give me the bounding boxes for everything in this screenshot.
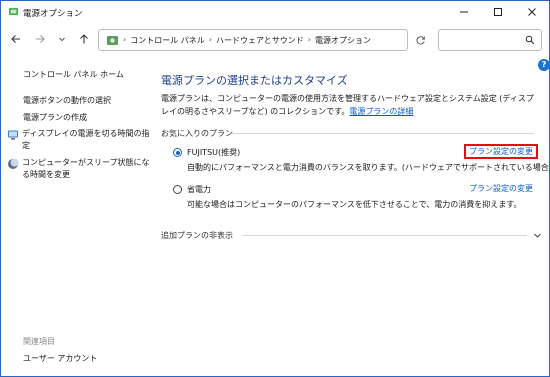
control-panel-home-link[interactable]: コントロール パネル ホーム <box>23 69 124 80</box>
power-options-icon <box>8 7 19 16</box>
title-bar: 電源オプション <box>1 1 549 23</box>
control-panel-icon <box>107 36 118 45</box>
monitor-icon <box>8 130 18 140</box>
breadcrumb: › コントロール パネル › ハードウェアとサウンド › 電源オプション <box>123 35 371 46</box>
section-divider <box>231 133 533 134</box>
up-button[interactable] <box>75 29 93 49</box>
display-off-time-label: ディスプレイの電源を切る時間の指定 <box>22 129 150 150</box>
breadcrumb-control-panel[interactable]: コントロール パネル <box>130 35 205 46</box>
plan-power-saver: 省電力 プラン設定の変更 可能な場合はコンピューターのパフォーマンスを低下させる… <box>173 183 533 210</box>
refresh-icon <box>416 35 425 44</box>
breadcrumb-separator-icon: › <box>307 35 311 44</box>
moon-icon <box>8 158 19 169</box>
breadcrumb-separator-icon: › <box>208 35 212 44</box>
search-icon <box>525 35 535 45</box>
section-divider <box>243 235 527 236</box>
address-bar[interactable]: › コントロール パネル › ハードウェアとサウンド › 電源オプション <box>98 29 494 51</box>
recent-locations-button[interactable] <box>53 29 71 49</box>
chevron-down-icon <box>59 37 65 42</box>
maximize-icon <box>494 8 502 16</box>
plan-balanced: FUJITSU(推奨) プラン設定の変更 自動的にパフォーマンスと電力消費のバラ… <box>173 144 550 173</box>
create-power-plan-link[interactable]: 電源プランの作成 <box>23 112 87 123</box>
page-description: 電源プランは、コンピューターの電源の使用方法を管理するハードウェア設定とシステム… <box>161 92 539 118</box>
plan-power-saver-change-settings-link[interactable]: プラン設定の変更 <box>469 183 533 194</box>
favorites-section-label: お気に入りのプラン <box>161 129 233 138</box>
forward-button[interactable] <box>31 29 49 49</box>
plan-power-saver-name[interactable]: 省電力 <box>187 184 211 195</box>
minimize-button[interactable] <box>447 1 481 23</box>
arrow-up-icon <box>80 34 88 44</box>
additional-plans-toggle[interactable]: 追加プランの非表示 <box>161 230 546 244</box>
left-pane: コントロール パネル ホーム 電源ボタンの動作の選択 電源プランの作成 ディスプ… <box>1 57 151 375</box>
close-button[interactable] <box>515 1 549 23</box>
back-button[interactable] <box>7 29 25 49</box>
plan-balanced-radio[interactable] <box>173 148 182 157</box>
arrow-right-icon <box>36 35 45 43</box>
additional-plans-label: 追加プランの非表示 <box>161 231 233 240</box>
close-icon <box>528 8 536 16</box>
plan-balanced-change-settings-link[interactable]: プラン設定の変更 <box>464 144 538 159</box>
display-off-time-link[interactable]: ディスプレイの電源を切る時間の指定 <box>7 128 151 152</box>
arrow-left-icon <box>11 35 20 43</box>
window-title: 電源オプション <box>23 9 83 19</box>
power-plan-details-link[interactable]: 電源プランの詳細 <box>349 107 413 116</box>
search-input[interactable] <box>438 29 542 51</box>
page-title: 電源プランの選択またはカスタマイズ <box>161 74 348 87</box>
window: 電源オプション › コントロール パネル › ハードウェアとサウンド › 電源オ… <box>0 0 550 377</box>
user-accounts-link[interactable]: ユーザー アカウント <box>23 353 97 364</box>
description-text: 電源プランは、コンピューターの電源の使用方法を管理するハードウェア設定とシステム… <box>161 94 534 116</box>
navigation-bar: › コントロール パネル › ハードウェアとサウンド › 電源オプション <box>1 26 549 54</box>
help-icon[interactable]: ? <box>538 59 550 71</box>
sleep-time-link[interactable]: コンピューターがスリープ状態になる時間を変更 <box>7 157 151 181</box>
main-content: ? 電源プランの選択またはカスタマイズ 電源プランは、コンピューターの電源の使用… <box>161 57 550 375</box>
related-header: 関連項目 <box>23 337 55 346</box>
plan-power-saver-description: 可能な場合はコンピューターのパフォーマンスを低下させることで、電力の消費を抑えま… <box>187 200 522 209</box>
chevron-down-icon <box>534 233 541 238</box>
plan-balanced-name[interactable]: FUJITSU(推奨) <box>187 147 240 158</box>
plan-balanced-description: 自動的にパフォーマンスと電力消費のバランスを取ります。(ハードウェアでサポートさ… <box>187 163 550 172</box>
breadcrumb-power-options[interactable]: 電源オプション <box>315 35 371 46</box>
choose-power-button-link[interactable]: 電源ボタンの動作の選択 <box>23 95 111 106</box>
breadcrumb-separator-icon: › <box>123 35 127 44</box>
plan-power-saver-radio[interactable] <box>173 185 182 194</box>
sleep-time-label: コンピューターがスリープ状態になる時間を変更 <box>22 158 150 179</box>
breadcrumb-hardware-sound[interactable]: ハードウェアとサウンド <box>216 35 304 46</box>
maximize-button[interactable] <box>481 1 515 23</box>
refresh-button[interactable] <box>409 29 431 51</box>
minimize-icon <box>460 11 468 13</box>
